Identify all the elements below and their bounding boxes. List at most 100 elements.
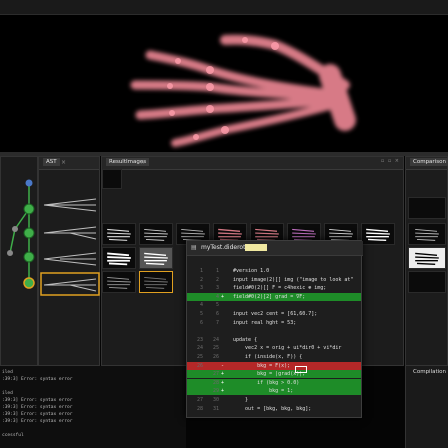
code-line[interactable]: 1 1 #version 1.0 [187, 267, 361, 275]
comparison-image[interactable] [408, 271, 446, 293]
graph-node-selected[interactable] [23, 277, 35, 289]
editor-title-highlight [245, 244, 267, 251]
code-line[interactable]: 6 7 input real hght = 53; [187, 319, 361, 327]
editor-title-bar[interactable]: ▤ myTest.diderot [187, 241, 363, 256]
result-thumbnail[interactable] [139, 247, 173, 269]
line-number-old: 23 [196, 336, 203, 343]
result-thumbnail[interactable] [102, 223, 136, 245]
code-text: vec2 x = orig + ui*dir0 + vi*dir [233, 345, 342, 352]
line-number-old: 27 [196, 397, 203, 403]
comparison-image[interactable] [408, 223, 446, 245]
result-thumbnail[interactable] [102, 247, 136, 269]
line-number-old: 26 [196, 362, 203, 369]
text-cursor-selection [295, 366, 307, 373]
line-number-new: 2 [215, 276, 219, 283]
result-thumbnail-header[interactable] [102, 169, 122, 189]
code-line[interactable]: 2 2 input image(2)[] img ("image to look a… [187, 276, 361, 284]
code-line[interactable]: 5 6 input vec2 cent = [61,60.7]; [187, 310, 361, 318]
log-line: :39:3] Error: syntax error [2, 405, 73, 410]
ast-trees [40, 198, 100, 296]
tree-graph [7, 179, 35, 289]
diff-marker: - [221, 362, 225, 369]
code-text: input real hght = 53; [233, 319, 297, 326]
graph-node[interactable] [7, 250, 13, 256]
line-number-new: 25 [212, 345, 219, 352]
line-number-old: 4 [199, 302, 203, 309]
log-line: :39:3] Error: syntax error [2, 419, 73, 424]
log-line: iled [2, 391, 13, 396]
comparison-image[interactable] [408, 247, 446, 269]
result-thumbnail-selected[interactable] [139, 271, 173, 293]
graph-node[interactable] [23, 227, 35, 239]
line-number-new: 24 [212, 336, 219, 343]
diff-marker: + [221, 371, 225, 378]
code-text: update { [233, 336, 258, 343]
line-number-new: 4 [215, 293, 219, 300]
graph-node-root[interactable] [25, 179, 33, 187]
line-number-new: 31 [212, 405, 219, 412]
panel-window-controls[interactable]: ▫ ▫ × [381, 158, 400, 164]
code-line[interactable]: 28 31 out = [bkg, bkg, bkg]; [187, 405, 361, 413]
compilation-panel: Compilation [405, 366, 448, 448]
line-number-new: 6 [215, 311, 219, 317]
tab-comparison[interactable]: Comparison [410, 158, 448, 166]
graph-panel [0, 156, 38, 366]
code-line[interactable]: 25 26 if (inside(x, F)) { [187, 353, 361, 361]
graph-node[interactable] [23, 203, 35, 215]
code-line[interactable]: 27 + bkg = |grad(x)|; [187, 370, 361, 379]
log-line: :39:3] Error: syntax error [2, 377, 73, 382]
line-number-old: 5 [199, 311, 203, 317]
line-number-new: 3 [215, 285, 219, 292]
code-line[interactable]: 3 3 field#0(2)[] F = c4hexic ⊛ img; [187, 284, 361, 292]
code-text: if (bkg > 0.0) [233, 379, 300, 386]
graph-node[interactable] [12, 226, 18, 232]
code-text: if (inside(x, F)) { [233, 354, 303, 360]
line-number-new: 29 [212, 388, 219, 395]
image-preview [0, 15, 448, 152]
result-thumbnail[interactable] [139, 223, 173, 245]
line-number-new: 30 [212, 397, 219, 403]
editor-title: myTest.diderot [201, 244, 246, 251]
result-thumbnail[interactable] [102, 271, 136, 293]
log-line: :39:3] Error: syntax error [2, 412, 73, 417]
code-line[interactable]: 4 + field#0(2)[2] grad = ∇F; [187, 292, 361, 301]
code-text: field#0(2)[2] grad = ∇F; [233, 293, 306, 300]
code-line[interactable]: 29 + bkg = 1; [187, 387, 361, 396]
code-line[interactable]: 26 - bkg = F(x); [187, 361, 361, 370]
ast-panel: AST × [38, 156, 100, 366]
code-text: input vec2 cent = [61,60.7]; [233, 311, 318, 317]
close-icon[interactable]: × [61, 159, 66, 166]
log-line: ccessful [2, 433, 24, 438]
top-toolbar [0, 0, 448, 15]
diff-marker: + [221, 379, 225, 386]
code-text: bkg = 1; [233, 388, 294, 395]
line-number-old: 2 [199, 276, 203, 283]
code-line[interactable]: 28 + if (bkg > 0.0) [187, 378, 361, 387]
comparison-image[interactable] [408, 197, 446, 219]
log-line: :39:3] Error: syntax error [2, 398, 73, 403]
document-icon: ▤ [191, 244, 197, 251]
code-line[interactable]: 27 30 } [187, 396, 361, 404]
line-number-old: 3 [199, 285, 203, 292]
log-line: iled [2, 370, 13, 375]
tab-ast[interactable]: AST [43, 158, 60, 166]
code-line[interactable]: 45 [187, 301, 361, 309]
diff-marker: + [221, 388, 225, 395]
line-number-old: 28 [196, 405, 203, 412]
line-number-new: 26 [212, 354, 219, 360]
code-line[interactable] [187, 327, 361, 335]
code-text: bkg = F(x); [233, 362, 291, 369]
line-number-new: 1 [215, 268, 219, 274]
code-line[interactable]: 24 25 vec2 x = orig + ui*dir0 + vi*dir [187, 344, 361, 352]
graph-node[interactable] [23, 251, 35, 263]
line-number-old: 24 [196, 345, 203, 352]
results-tab-bar: ResultImages × ▫ ▫ × [102, 157, 403, 170]
code-line[interactable]: 23 24 update { [187, 336, 361, 344]
code-text: #version 1.0 [233, 268, 270, 274]
line-number-new: 27 [212, 371, 219, 378]
line-number-new: 7 [215, 319, 219, 326]
ast-tab-bar: AST × [39, 157, 99, 170]
close-icon[interactable]: × [140, 159, 145, 166]
result-thumbnail[interactable] [361, 223, 395, 245]
console-log: iled :39:3] Error: syntax error iled :39:3]… [0, 366, 186, 448]
